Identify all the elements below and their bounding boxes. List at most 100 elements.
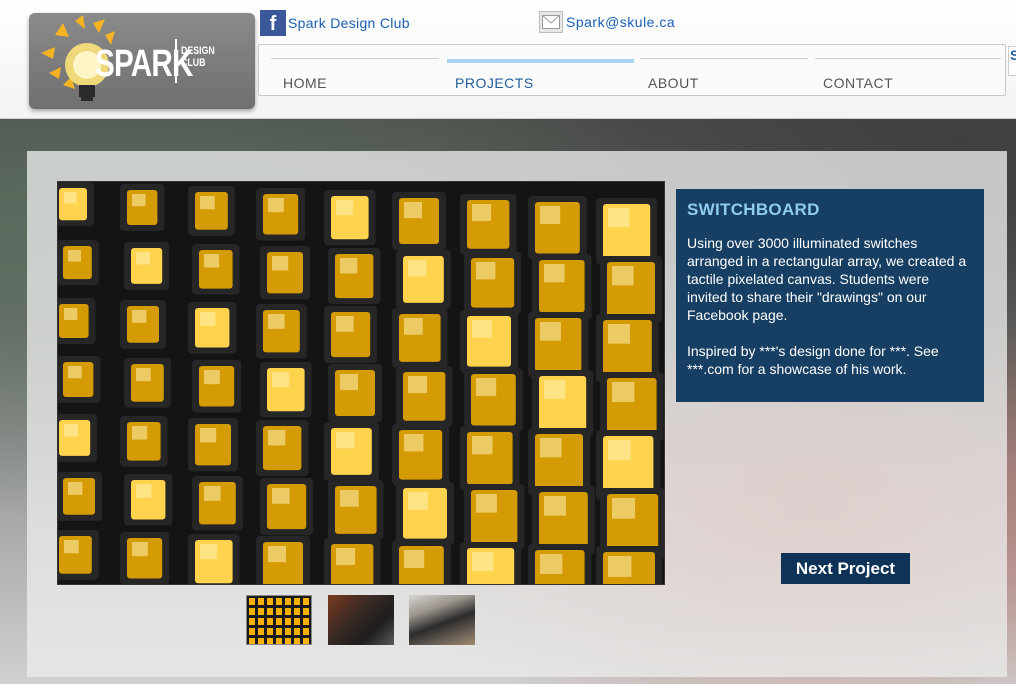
switch-highlight [608, 208, 630, 227]
nav-rule-active [447, 59, 634, 63]
thumbnail-switch [276, 598, 282, 605]
switch-highlight [68, 482, 83, 495]
nav-rule [815, 58, 1001, 59]
email-link[interactable]: Spark@skule.ca [539, 11, 675, 33]
thumbnail-switch [276, 638, 282, 644]
switch-highlight [612, 266, 634, 286]
nav-item-about[interactable]: ABOUT [640, 45, 808, 95]
thumbnail-switchboard-side[interactable] [328, 595, 394, 645]
thumbnail-switch [294, 598, 300, 605]
nav-overflow-edge: S [1008, 46, 1016, 76]
nav-label-about: ABOUT [648, 75, 699, 91]
switch-highlight [132, 426, 148, 440]
switch-highlight [544, 496, 566, 516]
project-paragraph-1: Using over 3000 illuminated switches arr… [687, 235, 967, 323]
nav-item-home[interactable]: HOME [271, 45, 439, 95]
switch-highlight [540, 554, 563, 574]
switch-highlight [472, 436, 493, 455]
switch-highlight [340, 490, 359, 507]
email-label: Spark@skule.ca [566, 14, 676, 30]
logo-wordmark: SPARK [95, 43, 193, 85]
thumbnail-switch [249, 608, 255, 615]
switch-highlight [64, 308, 78, 320]
thumbnail-switch [276, 618, 282, 625]
switch-highlight [408, 260, 427, 277]
thumbnail-switch [258, 628, 264, 635]
switch-highlight [68, 250, 81, 262]
switch-highlight [472, 204, 492, 222]
switch-highlight [544, 264, 565, 283]
facebook-link[interactable]: f Spark Design Club [260, 10, 410, 36]
switch-highlight [472, 320, 492, 338]
switch-highlight [268, 198, 284, 213]
switch-highlight [608, 440, 631, 461]
logo-subtitle: DESIGN CLUB [181, 45, 215, 69]
thumbnail-switch [294, 618, 300, 625]
switch-highlight [200, 544, 217, 560]
switch-highlight [136, 368, 151, 382]
project-title: SWITCHBOARD [687, 200, 820, 219]
switch-highlight [540, 322, 561, 341]
switch-highlight [68, 366, 82, 379]
thumbnail-switch [285, 628, 291, 635]
thumbnail-students-building[interactable] [409, 595, 475, 645]
switch-highlight [336, 316, 354, 332]
project-main-photo [57, 181, 665, 585]
switch-highlight [476, 378, 497, 397]
switch-highlight [476, 262, 496, 280]
switch-highlight [612, 498, 636, 519]
switch-highlight [200, 196, 215, 210]
nav-label-home: HOME [283, 75, 327, 91]
switch-highlight [404, 550, 425, 569]
thumbnail-switch [249, 618, 255, 625]
nav-label-contact: CONTACT [823, 75, 894, 91]
facebook-icon: f [260, 10, 286, 36]
switch-highlight [132, 310, 147, 323]
thumbnail-switch [249, 598, 255, 605]
switch-highlight [472, 552, 494, 571]
switch-highlight [540, 438, 562, 458]
switch-highlight [132, 542, 148, 557]
switch-highlight [408, 376, 428, 394]
project-description-box: SWITCHBOARD Using over 3000 illuminated … [676, 189, 984, 402]
thumbnail-switch [267, 638, 273, 644]
next-project-button[interactable]: Next Project [781, 553, 910, 584]
thumbnail-switch [267, 608, 273, 615]
main-nav: HOME PROJECTS ABOUT CONTACT [258, 44, 1006, 96]
thumbnail-switch [267, 598, 273, 605]
thumbnail-switch [258, 608, 264, 615]
switch-highlight [272, 488, 290, 504]
thumbnail-switch-grid[interactable] [246, 595, 312, 645]
switch-highlight [64, 540, 79, 554]
switch-highlight [200, 312, 216, 326]
switch-highlight [408, 492, 428, 510]
thumbnail-switch [258, 598, 264, 605]
switch-highlight [200, 428, 217, 443]
thumbnail-switch [303, 608, 309, 615]
switch-highlight [204, 254, 220, 268]
switch-highlight [336, 200, 353, 216]
switch-highlight [136, 484, 152, 498]
spark-logo[interactable]: SPARK DESIGN CLUB [29, 13, 255, 109]
switch-highlight [612, 382, 635, 402]
switch-highlight [64, 424, 79, 437]
thumbnail-switch [303, 628, 309, 635]
nav-rule [640, 58, 808, 59]
switch-highlight [204, 370, 220, 385]
logo-divider [175, 39, 177, 83]
nav-rule [271, 58, 439, 59]
switch-highlight [136, 252, 151, 265]
logo-subtitle-design: DESIGN [181, 45, 215, 57]
switch-highlight [476, 494, 497, 513]
switch-highlight [64, 192, 77, 204]
switch-highlight [404, 202, 422, 219]
thumbnail-switch [276, 628, 282, 635]
thumbnail-switch [285, 638, 291, 644]
nav-item-projects[interactable]: PROJECTS [447, 45, 634, 95]
switch-highlight [268, 314, 285, 329]
thumbnail-switch [249, 638, 255, 644]
logo-subtitle-club: CLUB [181, 57, 206, 69]
nav-item-contact[interactable]: CONTACT [815, 45, 1001, 95]
switch-highlight [404, 434, 424, 452]
thumbnail-switch [267, 628, 273, 635]
